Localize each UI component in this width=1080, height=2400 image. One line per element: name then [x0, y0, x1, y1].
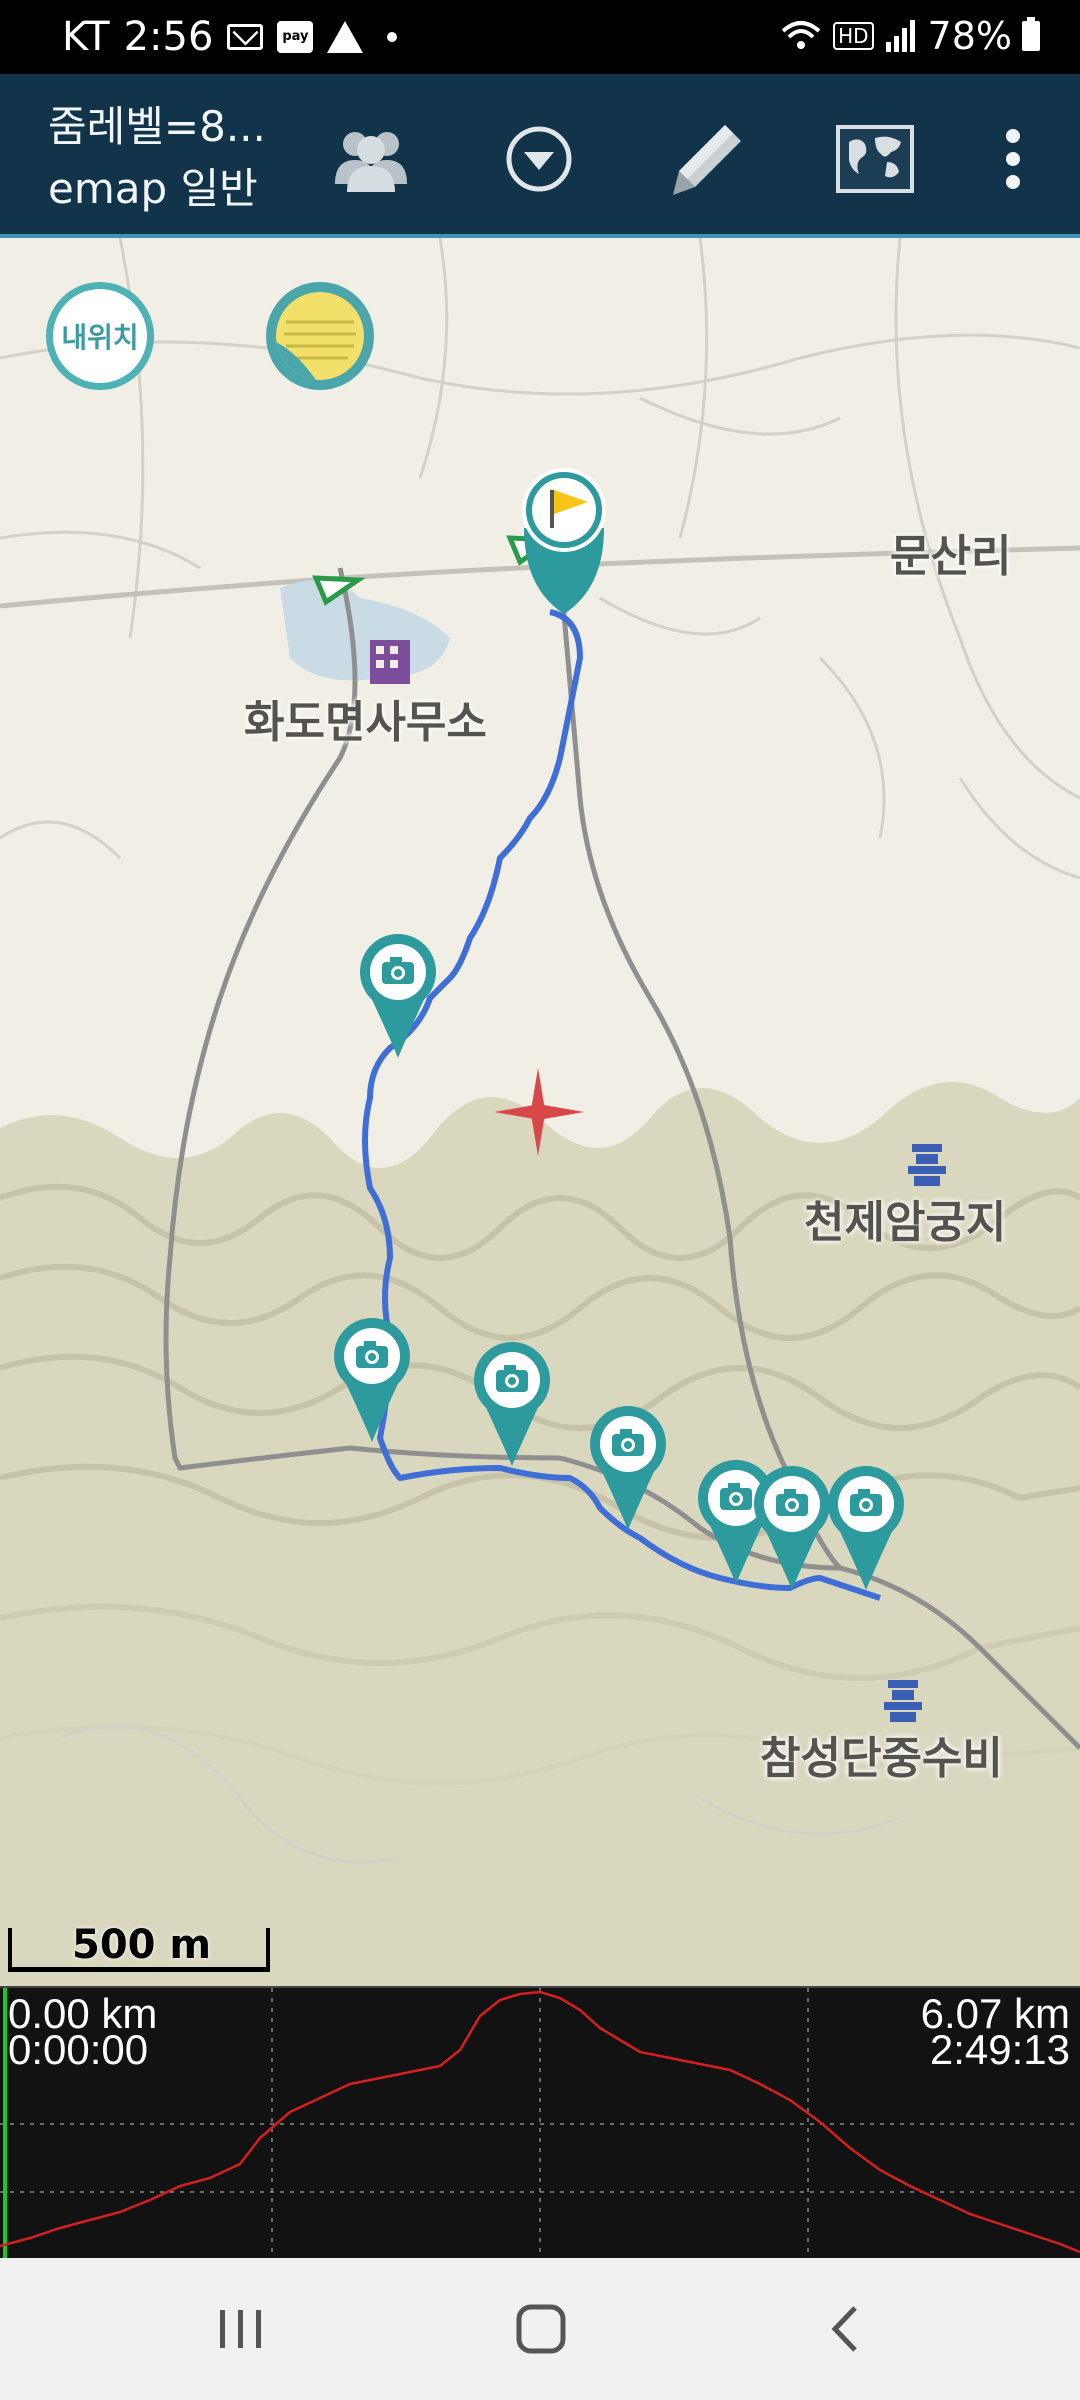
pay-icon: pay — [277, 21, 314, 53]
pencil-icon — [673, 125, 741, 195]
status-right: HD 78% — [779, 14, 1040, 58]
my-location-button[interactable]: 내위치 — [46, 282, 154, 390]
elevation-profile[interactable]: 0.00 km 0:00:00 6.07 km 2:49:13 — [0, 1986, 1080, 2260]
notification-dot-icon — [387, 32, 398, 42]
dropdown-button[interactable] — [494, 114, 584, 204]
home-icon — [516, 2304, 566, 2354]
elevation-grid — [0, 1988, 1080, 2260]
start-flag-marker[interactable] — [522, 468, 606, 614]
battery-percent: 78% — [927, 14, 1012, 58]
map-scale-bar: 500 m — [8, 1922, 270, 1972]
note-layer-icon — [276, 292, 364, 380]
pond — [280, 580, 450, 681]
back-icon — [831, 2306, 857, 2352]
app-toolbar: 줌레벨=8... emap 일반 — [0, 74, 1080, 238]
start-time: 0:00:00 — [8, 2026, 149, 2073]
map-view[interactable]: 화도면사무소 문산리 천제암궁지 참성단중수비 내위치 500 m — [0, 238, 1080, 1986]
back-button[interactable] — [800, 2294, 890, 2364]
map-type-label: emap 일반 — [48, 164, 258, 213]
photo-marker[interactable] — [360, 934, 436, 1058]
recent-apps-icon — [220, 2310, 261, 2348]
hd-icon: HD — [833, 22, 874, 50]
layer-toggle-button[interactable] — [266, 282, 374, 390]
status-bar: KT 2:56 pay HD 78% — [0, 0, 1080, 74]
label-heritage-1: 천제암궁지 — [804, 1197, 1007, 1248]
recent-apps-button[interactable] — [196, 2294, 286, 2364]
map-select-button[interactable] — [830, 114, 920, 204]
signal-icon — [885, 20, 915, 52]
warning-icon — [327, 21, 364, 53]
elevation-chart — [0, 1988, 1080, 2260]
wifi-icon — [781, 21, 821, 49]
battery-icon — [1022, 17, 1040, 51]
zoom-level-label: 줌레벨=8... — [48, 102, 266, 151]
home-button[interactable] — [496, 2294, 586, 2364]
carrier-label: KT — [62, 14, 110, 60]
people-icon — [335, 132, 407, 192]
more-options-button[interactable] — [968, 114, 1058, 204]
world-map-icon — [836, 125, 914, 193]
elevation-end: 6.07 km 2:49:13 — [921, 1993, 1070, 2073]
scale-label: 500 m — [72, 1922, 212, 1968]
map-title[interactable]: 줌레벨=8... emap 일반 — [48, 96, 266, 220]
elevation-start: 0.00 km 0:00:00 — [8, 1993, 157, 2073]
end-time: 2:49:13 — [929, 2026, 1070, 2073]
clock: 2:56 — [123, 14, 214, 60]
people-button[interactable] — [326, 114, 416, 204]
mail-icon — [227, 24, 264, 50]
my-location-label: 내위치 — [61, 321, 139, 354]
status-left: KT 2:56 pay — [62, 14, 398, 60]
edit-button[interactable] — [662, 114, 752, 204]
building-icon — [370, 640, 410, 684]
system-nav-bar — [0, 2258, 1080, 2400]
label-village: 문산리 — [890, 531, 1012, 582]
label-heritage-2: 참성단중수비 — [760, 1733, 1003, 1784]
more-vert-icon — [1006, 129, 1020, 189]
dropdown-circle-icon — [506, 126, 572, 192]
label-office: 화도면사무소 — [244, 697, 487, 748]
